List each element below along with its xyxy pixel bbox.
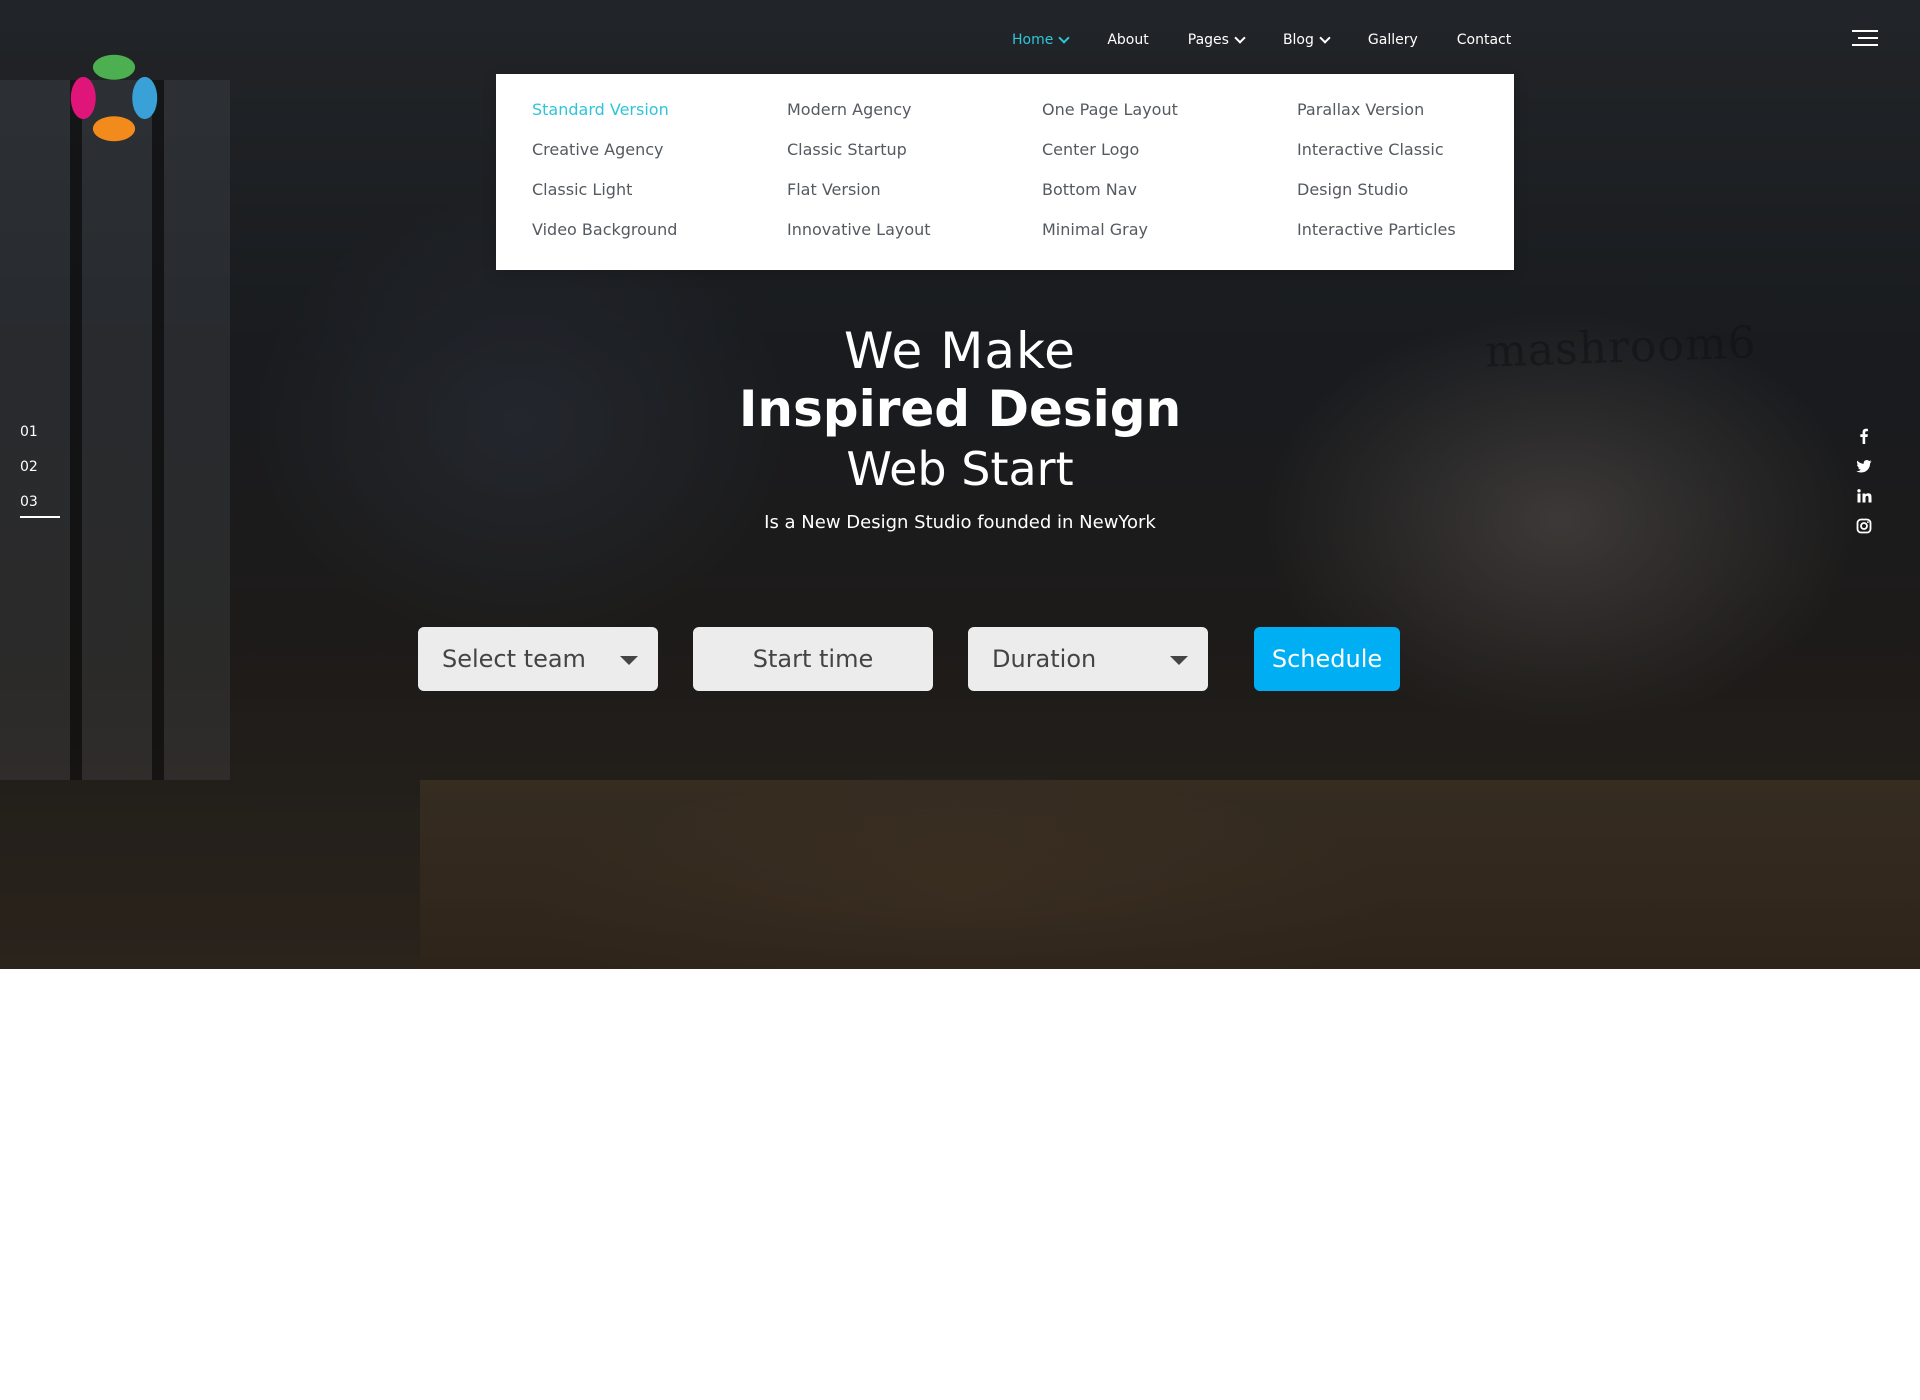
nav-item-about[interactable]: About — [1107, 32, 1148, 48]
nav-item-label: Gallery — [1367, 32, 1418, 48]
duration-select[interactable]: Duration — [968, 627, 1208, 691]
instagram-icon[interactable] — [1856, 518, 1872, 534]
nav-item-home[interactable]: Home — [1012, 32, 1071, 48]
start-time-input[interactable]: Start time — [693, 627, 933, 691]
mega-menu-link[interactable]: Classic Light — [532, 178, 677, 218]
mega-menu-link[interactable]: Design Studio — [1297, 178, 1456, 218]
mega-menu-column-1: Standard Version Creative Agency Classic… — [532, 98, 677, 258]
mega-menu-column-3: One Page Layout Center Logo Bottom Nav M… — [1042, 98, 1178, 258]
mega-menu-link[interactable]: Modern Agency — [787, 98, 931, 138]
logo[interactable] — [66, 50, 162, 146]
nav-item-label: About — [1107, 32, 1149, 48]
facebook-icon[interactable] — [1856, 428, 1872, 444]
mega-menu-link[interactable]: Interactive Particles — [1297, 218, 1456, 258]
caret-down-icon — [620, 656, 638, 665]
mega-menu-link[interactable]: Innovative Layout — [787, 218, 931, 258]
slide-pagination: 01 02 03 — [20, 424, 60, 529]
mega-menu-column-2: Modern Agency Classic Startup Flat Versi… — [787, 98, 931, 258]
logo-petal-green — [92, 54, 136, 80]
schedule-button[interactable]: Schedule — [1254, 627, 1400, 691]
slide-number[interactable]: 02 — [20, 459, 38, 494]
duration-select-value: Duration — [992, 645, 1097, 673]
nav-item-label: Home — [1012, 32, 1054, 48]
chevron-down-icon — [1319, 32, 1331, 44]
hero-title-line-1: We Make — [844, 322, 1076, 380]
team-select-value: Select team — [442, 645, 586, 673]
logo-petal-orange — [92, 116, 136, 142]
nav-item-label: Blog — [1282, 32, 1314, 48]
mega-menu-link[interactable]: Interactive Classic — [1297, 138, 1456, 178]
hero-title-line-3: Web Start — [846, 442, 1074, 496]
nav-item-contact[interactable]: Contact — [1457, 32, 1511, 48]
mega-menu-link[interactable]: Standard Version — [532, 98, 677, 138]
mega-menu-column-4: Parallax Version Interactive Classic Des… — [1297, 98, 1456, 258]
nav-item-label: Contact — [1456, 32, 1512, 48]
logo-petal-pink — [70, 76, 96, 120]
hero-title-line-2: Inspired Design — [738, 380, 1182, 438]
main-nav: Home About Pages Blog Gallery Contact — [1012, 28, 1511, 52]
nav-item-label: Pages — [1187, 32, 1229, 48]
mega-menu-link[interactable]: Parallax Version — [1297, 98, 1456, 138]
logo-petal-blue — [132, 76, 158, 120]
home-mega-menu: Standard Version Creative Agency Classic… — [496, 74, 1514, 270]
slide-number[interactable]: 01 — [20, 424, 38, 459]
linkedin-icon[interactable] — [1856, 488, 1872, 504]
team-select[interactable]: Select team — [418, 627, 658, 691]
chevron-down-icon — [1234, 32, 1246, 44]
twitter-icon[interactable] — [1856, 458, 1872, 474]
mega-menu-link[interactable]: Classic Startup — [787, 138, 931, 178]
nav-item-gallery[interactable]: Gallery — [1368, 32, 1418, 48]
mega-menu-link[interactable]: Flat Version — [787, 178, 931, 218]
chevron-down-icon — [1058, 32, 1071, 44]
nav-item-pages[interactable]: Pages — [1187, 32, 1246, 48]
mega-menu-link[interactable]: Creative Agency — [532, 138, 677, 178]
mega-menu-link[interactable]: Center Logo — [1042, 138, 1178, 178]
caret-down-icon — [1170, 656, 1188, 665]
start-time-placeholder: Start time — [752, 645, 874, 673]
mega-menu-link[interactable]: Video Background — [532, 218, 677, 258]
mega-menu-link[interactable]: One Page Layout — [1042, 98, 1178, 138]
nav-item-blog[interactable]: Blog — [1282, 32, 1331, 48]
social-links — [1856, 428, 1872, 548]
hamburger-menu-icon[interactable] — [1852, 30, 1878, 48]
mega-menu-link[interactable]: Bottom Nav — [1042, 178, 1178, 218]
hero-subtitle: Is a New Design Studio founded in NewYor… — [764, 512, 1156, 533]
mega-menu-link[interactable]: Minimal Gray — [1042, 218, 1178, 258]
slide-number-active[interactable]: 03 — [20, 494, 60, 529]
